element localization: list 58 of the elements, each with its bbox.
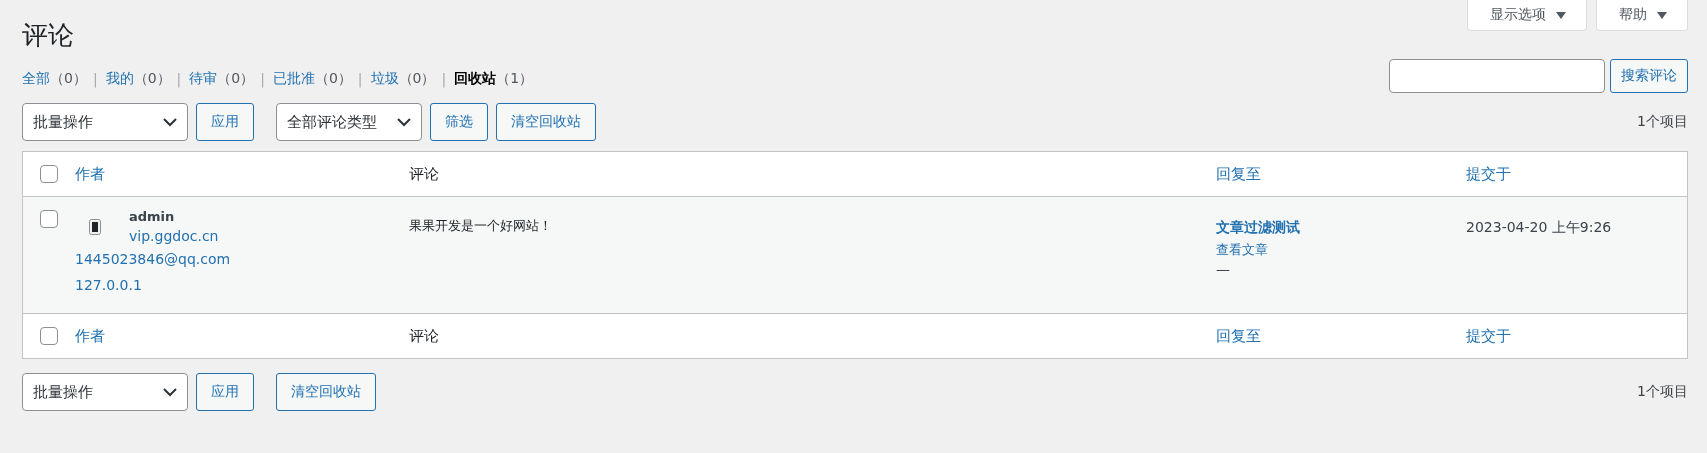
checkbox[interactable] bbox=[40, 327, 58, 345]
page-title: 评论 bbox=[22, 19, 75, 52]
separator: | bbox=[176, 71, 182, 87]
separator: | bbox=[260, 71, 265, 87]
chevron-icon bbox=[397, 117, 411, 127]
item-count: 1个项目 bbox=[1637, 383, 1688, 401]
checkbox[interactable] bbox=[40, 210, 58, 228]
author-ip[interactable]: 127.0.0.1 bbox=[75, 274, 409, 296]
filter-button[interactable]: 筛选 bbox=[430, 103, 488, 141]
comment-count: — bbox=[1216, 261, 1231, 277]
apply-button[interactable]: 应用 bbox=[196, 373, 254, 411]
view-link[interactable]: 垃圾 bbox=[370, 70, 399, 88]
author-name: admin bbox=[129, 209, 176, 224]
caret-icon bbox=[1657, 11, 1667, 19]
view-link[interactable]: 全部 bbox=[22, 70, 50, 88]
avatar-icon bbox=[89, 219, 101, 235]
chevron-icon bbox=[163, 387, 177, 397]
view-post-link[interactable]: 查看文章 bbox=[1216, 241, 1466, 259]
search-field[interactable] bbox=[1389, 59, 1605, 93]
dropdown-tab[interactable]: 帮助 bbox=[1596, 0, 1688, 31]
post-link[interactable]: 文章过滤测试 bbox=[1216, 219, 1466, 237]
column-header[interactable]: 作者 bbox=[75, 326, 105, 345]
column-header: 评论 bbox=[409, 326, 439, 345]
view-link[interactable]: 已批准 bbox=[272, 70, 315, 88]
view-link[interactable]: 我的 bbox=[105, 70, 134, 88]
checkbox[interactable] bbox=[40, 165, 58, 183]
column-header[interactable]: 作者 bbox=[75, 164, 105, 183]
view-count: （1） bbox=[496, 70, 534, 88]
empty-trash-button[interactable]: 清空回收站 bbox=[496, 103, 596, 141]
separator: | bbox=[357, 71, 363, 87]
separator: | bbox=[441, 71, 447, 87]
view-count: （0） bbox=[217, 70, 255, 88]
view-link[interactable]: 待审 bbox=[189, 70, 218, 88]
view-count: （0） bbox=[133, 70, 171, 88]
caret-icon bbox=[1556, 11, 1566, 19]
item-count: 1个项目 bbox=[1637, 113, 1688, 131]
comment-type-select[interactable]: 全部评论类型 bbox=[276, 103, 422, 141]
search-button[interactable]: 搜索评论 bbox=[1610, 59, 1688, 93]
chevron-icon bbox=[163, 117, 177, 127]
dropdown-tab[interactable]: 显示选项 bbox=[1467, 0, 1587, 31]
view-count: （0） bbox=[314, 70, 352, 88]
bulk-action-select[interactable]: 批量操作 bbox=[22, 373, 188, 411]
view-link[interactable]: 回收站 bbox=[454, 70, 497, 88]
view-count: （0） bbox=[398, 70, 436, 88]
column-header[interactable]: 提交于 bbox=[1466, 326, 1511, 345]
author-url[interactable]: vip.ggdoc.cn bbox=[129, 228, 219, 244]
column-header[interactable]: 回复至 bbox=[1216, 164, 1261, 183]
submitted-date: 2023-04-20 上午9:26 bbox=[1466, 219, 1613, 237]
separator: | bbox=[92, 71, 98, 87]
apply-button[interactable]: 应用 bbox=[196, 103, 254, 141]
comment-text: 果果开发是一个好网站！ bbox=[409, 217, 553, 235]
view-count: （0） bbox=[50, 70, 87, 88]
author-email[interactable]: 1445023846@qq.com bbox=[75, 248, 409, 270]
bulk-action-select[interactable]: 批量操作 bbox=[22, 103, 188, 141]
column-header: 评论 bbox=[409, 164, 439, 183]
column-header[interactable]: 回复至 bbox=[1216, 326, 1261, 345]
empty-trash-button[interactable]: 清空回收站 bbox=[276, 373, 376, 411]
column-header[interactable]: 提交于 bbox=[1466, 164, 1511, 183]
